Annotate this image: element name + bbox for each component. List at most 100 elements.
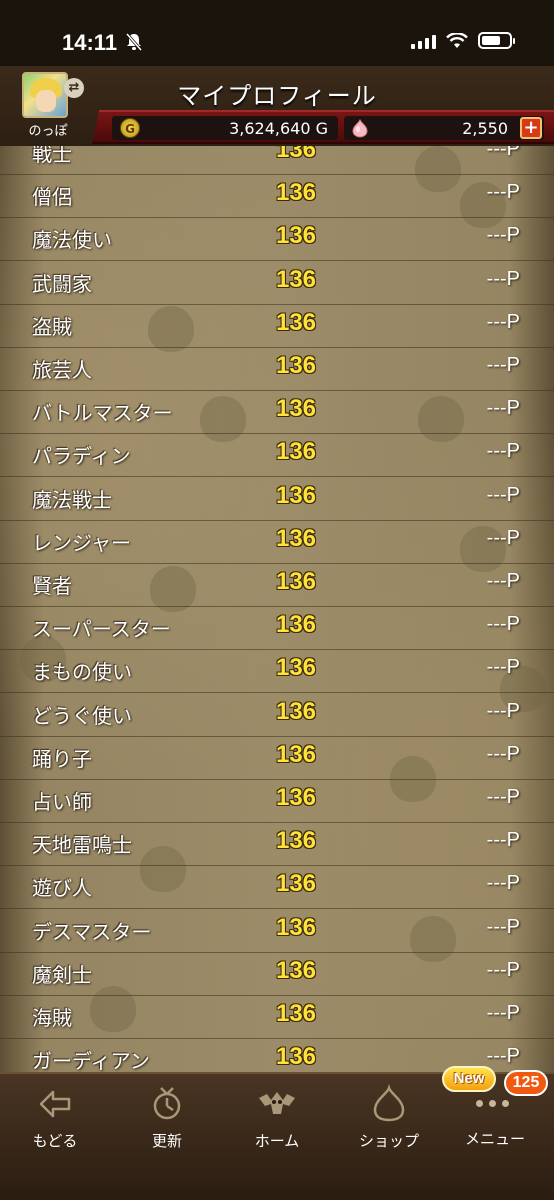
job-row: 僧侶 136 ---P [0, 175, 554, 219]
avatar[interactable] [22, 72, 68, 118]
nav-home-button[interactable]: ホーム [222, 1084, 332, 1164]
job-row: 魔剣士 136 ---P [0, 953, 554, 996]
job-level: 136 [275, 697, 317, 725]
job-name: レンジャー [32, 530, 131, 555]
wifi-icon [446, 32, 468, 48]
job-row: 天地雷鳴士 136 ---P [0, 823, 554, 867]
job-level: 136 [275, 308, 317, 336]
job-name: パラディン [32, 444, 131, 469]
job-points: ---P [486, 440, 520, 463]
nav-shop-button[interactable]: ショップ [334, 1084, 444, 1164]
job-row: 遊び人 136 ---P [0, 866, 554, 910]
job-points: ---P [486, 742, 520, 765]
job-points: ---P [486, 570, 520, 592]
job-name: 海賊 [32, 1006, 72, 1030]
job-name: 占い師 [32, 790, 92, 814]
job-row: 占い師 136 ---P [0, 780, 554, 823]
job-points: ---P [486, 181, 520, 204]
job-name: スーパースター [32, 617, 171, 642]
job-name: 僧侶 [32, 185, 72, 210]
gem-display: 2,550 + [344, 116, 544, 140]
gold-value: 3,624,640 G [229, 119, 328, 138]
job-level: 136 [275, 395, 317, 423]
job-level: 136 [275, 146, 317, 163]
bell-muted-icon [125, 33, 143, 51]
back-arrow-icon [39, 1090, 71, 1118]
cellular-signal-icon [411, 33, 436, 49]
job-name: 盗賊 [32, 314, 72, 339]
job-level: 136 [275, 179, 317, 207]
job-level: 136 [275, 265, 317, 293]
job-name: ガーディアン [32, 1049, 150, 1072]
job-level: 136 [275, 740, 317, 768]
job-level: 136 [275, 913, 317, 941]
job-row: 踊り子 136 ---P [0, 737, 554, 780]
gem-icon [352, 118, 368, 138]
slime-shop-icon [373, 1084, 405, 1122]
job-level: 136 [275, 568, 317, 595]
job-name: 魔剣士 [32, 962, 92, 987]
job-row: 戦士 136 ---P [0, 146, 554, 175]
new-badge: New [442, 1066, 496, 1092]
job-level: 136 [275, 352, 317, 379]
job-row: まもの使い 136 ---P [0, 650, 554, 694]
nav-back-button[interactable]: もどる [0, 1084, 110, 1164]
job-level: 136 [275, 222, 317, 250]
dracky-home-icon [259, 1092, 295, 1114]
job-name: 賢者 [32, 574, 72, 598]
job-level-list[interactable]: 戦士 136 ---P 僧侶 136 ---P 魔法使い 136 ---P 武闘家 136 ---P 盗… [0, 146, 554, 1072]
page-title: マイプロフィール [177, 82, 377, 110]
switch-icon[interactable]: ⇄ [64, 78, 84, 98]
job-level: 136 [275, 956, 317, 984]
job-level: 136 [275, 1043, 317, 1071]
job-level: 136 [275, 654, 317, 682]
job-points: ---P [486, 1002, 520, 1024]
job-row: 旅芸人 136 ---P [0, 348, 554, 391]
job-row: レンジャー 136 ---P [0, 521, 554, 564]
job-row: 魔法使い 136 ---P [0, 218, 554, 262]
job-points: ---P [486, 354, 520, 376]
job-row: スーパースター 136 ---P [0, 607, 554, 651]
job-level: 136 [275, 827, 317, 855]
job-row: 武闘家 136 ---P [0, 262, 554, 305]
job-points: ---P [486, 786, 520, 808]
nav-update-label: 更新 [151, 1132, 182, 1150]
nav-back-label: もどる [32, 1132, 78, 1150]
job-row: 賢者 136 ---P [0, 564, 554, 607]
job-points: ---P [486, 656, 520, 679]
job-name: 天地雷鳴士 [32, 833, 132, 858]
job-row: バトルマスター 136 ---P [0, 391, 554, 435]
add-gems-button[interactable]: + [520, 117, 542, 139]
job-row: 海賊 136 ---P [0, 996, 554, 1039]
nav-update-button[interactable]: 更新 [112, 1084, 222, 1164]
gem-value: 2,550 [462, 119, 508, 138]
job-points: ---P [486, 224, 520, 247]
job-points: ---P [486, 915, 520, 938]
job-level: 136 [275, 438, 317, 466]
battery-icon [478, 32, 515, 49]
job-points: ---P [486, 146, 520, 160]
job-name: バトルマスター [32, 401, 173, 426]
nav-shop-label: ショップ [358, 1132, 419, 1150]
status-time: 14:11 [62, 30, 118, 55]
job-points: ---P [486, 1045, 520, 1068]
job-level: 136 [275, 481, 317, 509]
job-name: 踊り子 [32, 746, 92, 771]
job-row: パラディン 136 ---P [0, 434, 554, 478]
profile-header: ⇄ のっぽ マイプロフィール G 3,624,640 G 2,550 + [0, 66, 554, 146]
player-name: のっぽ [28, 124, 68, 139]
job-level: 136 [275, 1000, 317, 1027]
job-points: ---P [486, 829, 520, 852]
job-name: 魔法戦士 [32, 487, 112, 512]
job-row: 盗賊 136 ---P [0, 305, 554, 348]
nav-menu-label: メニュー [464, 1130, 525, 1148]
job-points: ---P [486, 613, 520, 636]
job-name: 武闘家 [32, 271, 92, 296]
job-name: 旅芸人 [32, 358, 92, 382]
nav-menu-button[interactable]: メニュー [440, 1122, 550, 1200]
status-indicators [411, 32, 515, 49]
job-points: ---P [486, 267, 520, 290]
job-level: 136 [275, 784, 317, 811]
gold-coin-icon: G [120, 118, 140, 138]
job-level: 136 [275, 611, 317, 639]
